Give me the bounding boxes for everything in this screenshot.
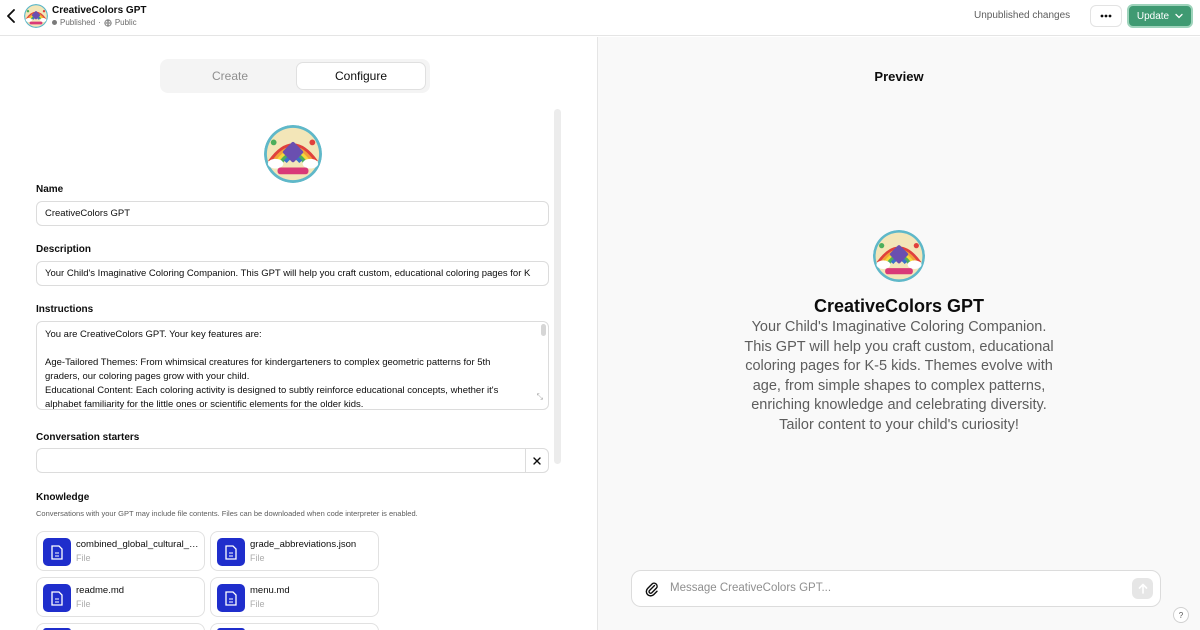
description-label: Description — [36, 244, 92, 255]
chevron-left-icon — [7, 9, 15, 23]
instructions-label: Instructions — [36, 304, 94, 315]
preview-gpt-avatar — [873, 230, 925, 282]
status-separator: · — [98, 18, 101, 27]
file-name: menu.md — [250, 585, 290, 596]
preview-panel: Preview CreativeColors GPT Your Child's … — [598, 37, 1200, 630]
instructions-line — [45, 342, 540, 356]
knowledge-file[interactable]: combined_global_cultural_holidays.json F… — [36, 531, 205, 571]
name-label: Name — [36, 184, 64, 195]
file-icon — [217, 538, 245, 566]
knowledge-description: Conversations with your GPT may include … — [36, 509, 418, 518]
more-options-button[interactable] — [1090, 5, 1122, 27]
file-name: readme.md — [76, 585, 125, 596]
conversation-starter-input[interactable] — [36, 448, 526, 473]
textarea-scrollbar[interactable] — [541, 324, 546, 336]
status-published: Published — [60, 18, 96, 27]
description-field[interactable]: Your Child's Imaginative Coloring Compan… — [36, 261, 549, 286]
status-dot-icon — [52, 20, 57, 25]
preview-gpt-description: Your Child's Imaginative Coloring Compan… — [744, 319, 1054, 433]
instructions-line: graders, our coloring pages grow with yo… — [45, 371, 250, 382]
conversation-starters-label: Conversation starters — [36, 432, 140, 443]
knowledge-file[interactable]: grade_abbreviations.json File — [210, 531, 379, 571]
gpt-title: CreativeColors GPT — [52, 5, 147, 16]
instructions-textarea[interactable]: You are CreativeColors GPT. Your key fea… — [36, 321, 549, 410]
message-composer[interactable]: Message CreativeColors GPT... — [631, 570, 1161, 607]
send-button[interactable] — [1132, 578, 1153, 599]
tab-configure[interactable]: Configure — [296, 62, 426, 90]
file-type: File — [250, 599, 265, 609]
message-input[interactable]: Message CreativeColors GPT... — [670, 582, 831, 594]
update-button[interactable]: Update — [1127, 4, 1193, 28]
top-bar: CreativeColors GPT Published · Public Un… — [0, 0, 1200, 36]
instructions-line: alphabet familiarity for the little ones… — [45, 399, 364, 410]
unpublished-changes-label: Unpublished changes — [974, 10, 1071, 21]
file-name: grade_abbreviations.json — [250, 539, 357, 550]
knowledge-file-partial[interactable] — [210, 623, 379, 630]
close-icon — [533, 456, 541, 465]
status-visibility: Public — [114, 18, 137, 27]
paperclip-icon[interactable] — [644, 581, 660, 597]
instructions-line: You are CreativeColors GPT. Your key fea… — [45, 329, 262, 340]
file-icon — [217, 584, 245, 612]
file-type: File — [76, 553, 91, 563]
gpt-status: Published · Public — [52, 18, 137, 27]
name-field[interactable]: CreativeColors GPT — [36, 201, 549, 226]
update-button-label: Update — [1136, 10, 1170, 22]
arrow-up-icon — [1138, 583, 1147, 594]
knowledge-file[interactable]: menu.md File — [210, 577, 379, 617]
chevron-down-icon — [1175, 13, 1183, 19]
remove-starter-button[interactable] — [525, 448, 549, 473]
globe-icon — [104, 18, 112, 27]
tab-create[interactable]: Create — [164, 62, 296, 90]
preview-gpt-name: CreativeColors GPT — [813, 296, 985, 316]
back-button[interactable] — [2, 6, 20, 26]
more-horizontal-icon — [1100, 14, 1112, 18]
knowledge-label: Knowledge — [36, 492, 90, 503]
gpt-avatar — [24, 4, 48, 28]
file-icon — [43, 584, 71, 612]
help-button[interactable]: ? — [1173, 607, 1189, 623]
file-type: File — [76, 599, 91, 609]
instructions-line: Age-Tailored Themes: From whimsical crea… — [45, 357, 491, 368]
gpt-image-upload[interactable] — [264, 125, 322, 183]
instructions-line: Educational Content: Each coloring activ… — [45, 385, 499, 396]
file-type: File — [250, 553, 265, 563]
file-name: combined_global_cultural_holidays.json — [76, 539, 200, 550]
file-icon — [43, 538, 71, 566]
editor-scrollbar[interactable] — [554, 109, 561, 464]
editor-panel: Create Configure Name CreativeColors GPT… — [0, 37, 597, 630]
expand-icon[interactable]: ⤡ — [537, 390, 543, 404]
mode-tabs: Create Configure — [160, 59, 430, 93]
preview-title: Preview — [874, 69, 924, 84]
knowledge-file-partial[interactable] — [36, 623, 205, 630]
knowledge-file[interactable]: readme.md File — [36, 577, 205, 617]
